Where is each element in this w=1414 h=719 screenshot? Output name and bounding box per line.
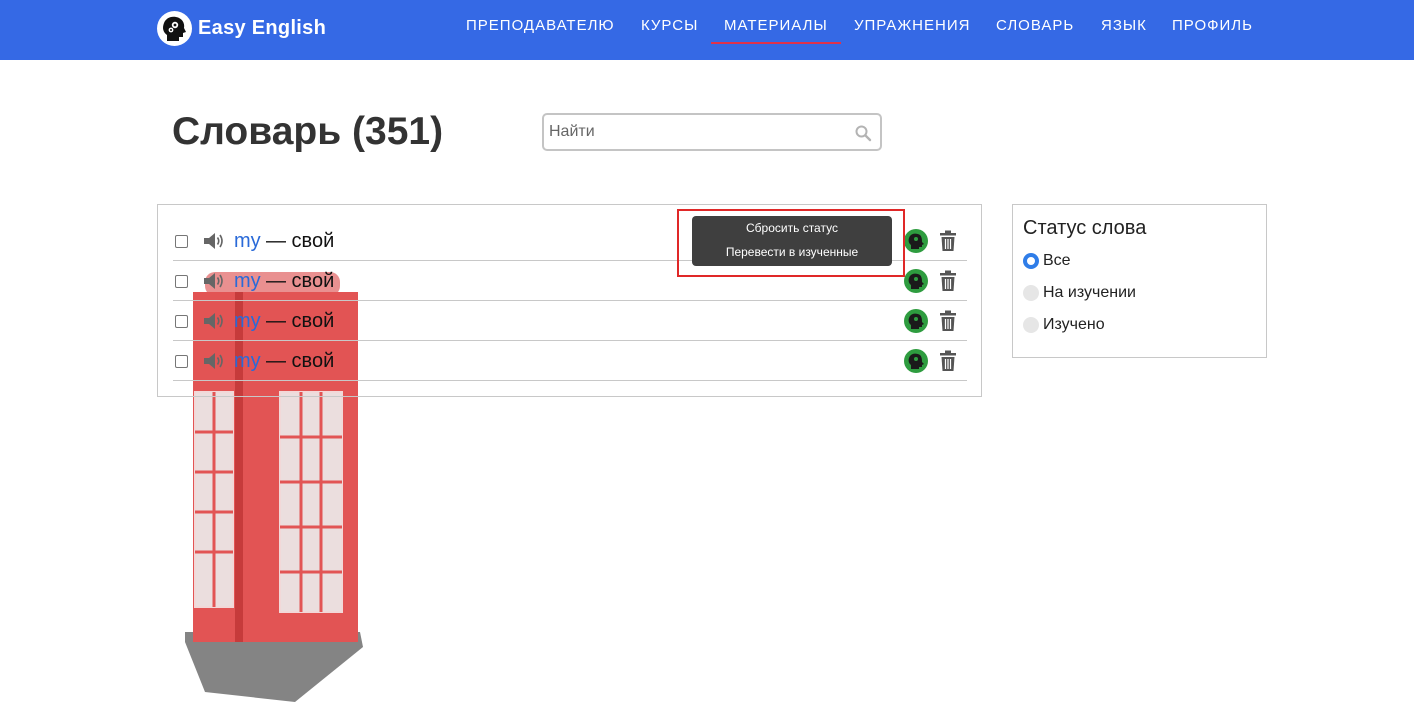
nav-item-profile[interactable]: ПРОФИЛЬ — [1172, 17, 1253, 34]
page-title: Словарь (351) — [172, 110, 444, 153]
nav-item-dictionary[interactable]: СЛОВАРЬ — [996, 17, 1074, 34]
word-term-link[interactable]: my — [234, 350, 261, 373]
nav-item-teacher[interactable]: ПРЕПОДАВАТЕЛЮ — [466, 17, 615, 34]
word-translation: — свой — [266, 310, 335, 332]
top-navbar: Easy English ПРЕПОДАВАТЕЛЮ КУРСЫ МАТЕРИА… — [0, 0, 1414, 60]
nav-item-exercises[interactable]: УПРАЖНЕНИЯ — [854, 17, 970, 34]
radio-label: Изучено — [1043, 316, 1105, 333]
search-icon[interactable] — [854, 124, 872, 142]
search-box — [542, 113, 882, 151]
trash-icon[interactable] — [939, 270, 957, 292]
highlight-annotation-box — [677, 209, 905, 277]
radio-label: Все — [1043, 252, 1071, 269]
word-select-checkbox[interactable] — [175, 275, 188, 288]
status-radio-all[interactable]: Все — [1023, 251, 1103, 271]
word-term-link[interactable]: my — [234, 270, 261, 293]
word-translation: — свой — [266, 230, 335, 252]
active-nav-underline — [711, 42, 841, 44]
word-translation: — свой — [266, 270, 335, 292]
status-radio-learning[interactable]: На изучении — [1023, 283, 1153, 303]
word-row: my — свой — [173, 341, 967, 381]
search-input[interactable] — [549, 121, 849, 143]
status-radio-learned[interactable]: Изучено — [1023, 315, 1123, 335]
word-term-link[interactable]: my — [234, 230, 261, 253]
trash-icon[interactable] — [939, 350, 957, 372]
learning-status-icon[interactable] — [904, 349, 928, 373]
speaker-icon[interactable] — [203, 231, 225, 251]
word-select-checkbox[interactable] — [175, 355, 188, 368]
nav-item-language[interactable]: ЯЗЫК — [1101, 17, 1147, 34]
speaker-icon[interactable] — [203, 311, 225, 331]
speaker-icon[interactable] — [203, 271, 225, 291]
radio-unchecked-icon[interactable] — [1023, 285, 1039, 301]
word-term-link[interactable]: my — [234, 310, 261, 333]
word-status-filter: Статус слова Все На изучении Изучено — [1012, 204, 1267, 358]
word-select-checkbox[interactable] — [175, 235, 188, 248]
radio-checked-icon[interactable] — [1023, 253, 1039, 269]
trash-icon[interactable] — [939, 230, 957, 252]
brand-name: Easy English — [198, 16, 327, 39]
trash-icon[interactable] — [939, 310, 957, 332]
nav-item-courses[interactable]: КУРСЫ — [641, 17, 698, 34]
word-select-checkbox[interactable] — [175, 315, 188, 328]
word-row: my — свой — [173, 301, 967, 341]
nav-item-materials[interactable]: МАТЕРИАЛЫ — [724, 17, 828, 34]
word-translation: — свой — [266, 350, 335, 372]
learning-status-icon[interactable] — [904, 269, 928, 293]
speaker-icon[interactable] — [203, 351, 225, 371]
radio-label: На изучении — [1043, 284, 1136, 301]
status-filter-title: Статус слова — [1023, 217, 1147, 239]
learning-status-icon[interactable] — [904, 309, 928, 333]
radio-unchecked-icon[interactable] — [1023, 317, 1039, 333]
head-gears-logo-icon — [157, 10, 192, 46]
brand-link[interactable]: Easy English — [157, 10, 326, 46]
learning-status-icon[interactable] — [904, 229, 928, 253]
